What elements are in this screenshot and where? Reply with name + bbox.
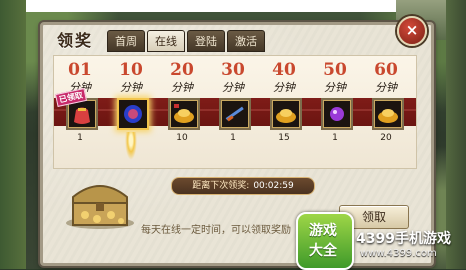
reward-unit: 分钟 bbox=[375, 81, 397, 94]
reward-minutes: 10 bbox=[119, 60, 143, 80]
selection-glow bbox=[125, 132, 137, 160]
close-button[interactable]: × bbox=[397, 16, 427, 46]
timer-value: 00:02:59 bbox=[253, 181, 294, 191]
reward-slot-7[interactable]: 60 分钟 20 bbox=[364, 60, 408, 168]
watermark-logo-line2: 大全 bbox=[309, 243, 337, 259]
reward-minutes: 50 bbox=[323, 60, 347, 80]
gold-ingot-icon bbox=[168, 98, 200, 130]
reward-unit: 分钟 bbox=[120, 81, 142, 94]
reward-slot-2[interactable]: 10 分钟 1 bbox=[109, 60, 153, 168]
reward-slot-6[interactable]: 50 分钟 1 bbox=[313, 60, 357, 168]
reward-unit: 分钟 bbox=[171, 81, 193, 94]
reward-hint: 每天在线一定时间，可以领取奖励 bbox=[141, 225, 291, 236]
blue-orb-icon bbox=[117, 98, 149, 130]
tab-bar: 首周 在线 登陆 激活 bbox=[107, 30, 265, 52]
treasure-chest-icon bbox=[63, 175, 137, 231]
sword-icon bbox=[219, 98, 251, 130]
reward-count: 1 bbox=[230, 133, 236, 143]
timer-label: 距离下次领奖: bbox=[192, 181, 250, 191]
tab-online[interactable]: 在线 bbox=[147, 30, 185, 52]
reward-slot-3[interactable]: 20 分钟 10 bbox=[160, 60, 204, 168]
reward-minutes: 60 bbox=[374, 60, 398, 80]
reward-count: 10 bbox=[176, 133, 188, 143]
reward-count: 1 bbox=[332, 133, 338, 143]
reward-count: 1 bbox=[77, 133, 83, 143]
reward-list: 01 分钟 已领取 1 10 分钟 1 2 bbox=[53, 55, 417, 169]
tab-login[interactable]: 登陆 bbox=[187, 30, 225, 52]
reward-minutes: 40 bbox=[272, 60, 296, 80]
purple-orb-icon bbox=[321, 98, 353, 130]
watermark-logo-line1: 游戏 bbox=[309, 223, 337, 239]
watermark-brand: 4399手机游戏 bbox=[356, 231, 451, 247]
tab-activate[interactable]: 激活 bbox=[227, 30, 265, 52]
scene-left-foliage bbox=[0, 0, 26, 269]
reward-count: 15 bbox=[278, 133, 290, 143]
reward-unit: 分钟 bbox=[324, 81, 346, 94]
gold-ingot-icon bbox=[270, 98, 302, 130]
reward-minutes: 20 bbox=[170, 60, 194, 80]
tab-first-week[interactable]: 首周 bbox=[107, 30, 145, 52]
next-reward-timer: 距离下次领奖: 00:02:59 bbox=[171, 177, 315, 195]
gold-ingot-icon bbox=[372, 98, 404, 130]
reward-count: 20 bbox=[380, 133, 392, 143]
reward-slot-5[interactable]: 40 分钟 15 bbox=[262, 60, 306, 168]
reward-unit: 分钟 bbox=[273, 81, 295, 94]
reward-slot-1[interactable]: 01 分钟 已领取 1 bbox=[54, 60, 102, 168]
reward-unit: 分钟 bbox=[222, 81, 244, 94]
reward-slot-4[interactable]: 30 分钟 1 bbox=[211, 60, 255, 168]
reward-minutes: 01 bbox=[68, 60, 92, 80]
watermark-url: www.4399.com bbox=[360, 248, 437, 259]
site-watermark: 游戏 大全 4399手机游戏 www.4399.com bbox=[296, 212, 466, 270]
panel-title: 领奖 bbox=[57, 31, 94, 50]
reward-minutes: 30 bbox=[221, 60, 245, 80]
